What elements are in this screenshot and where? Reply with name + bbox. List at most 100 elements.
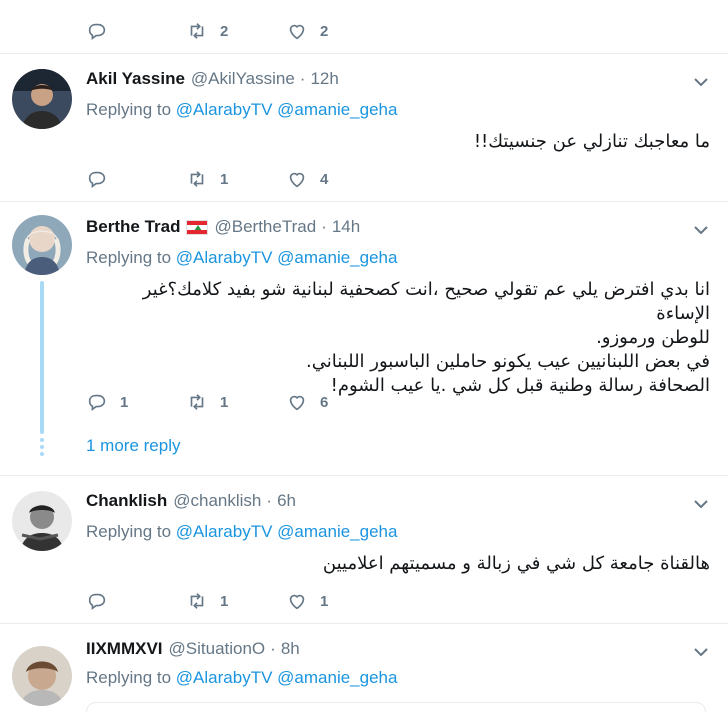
reply-button[interactable] bbox=[86, 20, 186, 42]
mention-link[interactable]: @AlarabyTV bbox=[176, 522, 273, 541]
chevron-down-icon bbox=[694, 226, 708, 235]
replying-to: Replying to @AlarabyTV @amanie_geha bbox=[86, 100, 397, 120]
more-replies-link[interactable]: 1 more reply bbox=[86, 436, 180, 456]
like-button[interactable]: 6 bbox=[286, 391, 386, 413]
tweet-line: للوطن ورموزو. bbox=[596, 327, 710, 348]
reply-count: 1 bbox=[120, 393, 129, 411]
tweet-header: Berthe Trad @BertheTrad · 14h bbox=[86, 217, 360, 237]
tweet-line: ما معاجبك تنازلي عن جنسيتك!! bbox=[473, 131, 710, 152]
mention-link[interactable]: @amanie_geha bbox=[277, 100, 397, 119]
tweet-action-bar: 1 1 6 bbox=[86, 391, 386, 413]
retweet-icon bbox=[190, 171, 204, 187]
retweet-count: 1 bbox=[220, 393, 229, 411]
reply-button[interactable] bbox=[86, 590, 186, 612]
lebanon-flag-icon bbox=[186, 219, 209, 235]
reply-icon bbox=[88, 593, 106, 610]
more-options-button[interactable] bbox=[692, 495, 710, 513]
avatar[interactable] bbox=[12, 215, 72, 275]
tweet-chanklish[interactable]: Chanklish @chanklish · 6h Replying to @A… bbox=[0, 475, 728, 623]
like-count: 4 bbox=[320, 170, 329, 188]
embedded-card[interactable] bbox=[86, 702, 706, 712]
separator-dot: · bbox=[321, 217, 327, 236]
chevron-down-icon bbox=[694, 500, 708, 509]
like-button[interactable]: 4 bbox=[286, 168, 386, 190]
retweet-button[interactable]: 1 bbox=[186, 391, 286, 413]
replying-to: Replying to @AlarabyTV @amanie_geha bbox=[86, 248, 397, 268]
more-options-button[interactable] bbox=[692, 73, 710, 91]
more-options-button[interactable] bbox=[692, 221, 710, 239]
reply-icon bbox=[88, 394, 106, 411]
display-name[interactable]: IIXMMXVI bbox=[86, 639, 163, 659]
separator-dot: · bbox=[266, 491, 273, 510]
retweet-count: 1 bbox=[220, 170, 229, 188]
retweet-count: 1 bbox=[220, 592, 229, 610]
tweet-header: Akil Yassine @AkilYassine · 12h bbox=[86, 69, 339, 89]
replying-label: Replying to bbox=[86, 100, 172, 119]
tweet-action-bar: 1 1 bbox=[86, 590, 386, 612]
tweet-action-bar: 1 4 bbox=[86, 168, 386, 190]
tweet-header: Chanklish @chanklish · 6h bbox=[86, 491, 296, 511]
mention-link[interactable]: @AlarabyTV bbox=[176, 248, 273, 267]
tweet-akil-yassine[interactable]: Akil Yassine @AkilYassine · 12h Replying… bbox=[0, 53, 728, 201]
mention-link[interactable]: @amanie_geha bbox=[277, 248, 397, 267]
retweet-icon bbox=[190, 394, 204, 410]
user-handle[interactable]: @chanklish bbox=[173, 491, 261, 511]
display-name[interactable]: Chanklish bbox=[86, 491, 167, 511]
avatar[interactable] bbox=[12, 646, 72, 706]
replying-to: Replying to @AlarabyTV @amanie_geha bbox=[86, 522, 397, 542]
mention-link[interactable]: @AlarabyTV bbox=[176, 668, 273, 687]
tweet-line: في بعض اللبنانيين عيب يكونو حاملين الباس… bbox=[306, 351, 710, 372]
replying-label: Replying to bbox=[86, 668, 172, 687]
tweet-header: IIXMMXVI @SituationO · 8h bbox=[86, 639, 300, 659]
reply-button[interactable] bbox=[86, 168, 186, 190]
separator-dot: · bbox=[270, 639, 276, 658]
replying-to: Replying to @AlarabyTV @amanie_geha bbox=[86, 668, 397, 688]
replying-label: Replying to bbox=[86, 248, 172, 267]
display-name[interactable]: Berthe Trad bbox=[86, 217, 180, 237]
user-handle[interactable]: @SituationO bbox=[169, 639, 266, 659]
like-count: 2 bbox=[320, 22, 329, 40]
thread-dots bbox=[39, 438, 45, 459]
timestamp[interactable]: 12h bbox=[310, 69, 338, 89]
like-count: 1 bbox=[320, 592, 329, 610]
like-icon bbox=[289, 24, 305, 40]
reply-icon bbox=[88, 23, 106, 40]
user-handle[interactable]: @AkilYassine bbox=[191, 69, 295, 89]
like-button[interactable]: 1 bbox=[286, 590, 386, 612]
like-icon bbox=[289, 395, 305, 411]
tweet-text: انا بدي افترض يلي عم تقولي صحيح ،انت كصح… bbox=[86, 278, 710, 398]
avatar[interactable] bbox=[12, 491, 72, 551]
retweet-count: 2 bbox=[220, 22, 229, 40]
timestamp[interactable]: 8h bbox=[281, 639, 300, 659]
tweet-text: هالقناة جامعة كل شي في زبالة و مسميتهم ا… bbox=[86, 552, 710, 576]
tweet-berthe-trad[interactable]: Berthe Trad @BertheTrad · 14h Replying t… bbox=[0, 201, 728, 475]
timestamp[interactable]: 6h bbox=[277, 491, 296, 511]
retweet-button[interactable]: 2 bbox=[186, 20, 286, 42]
like-count: 6 bbox=[320, 393, 329, 411]
display-name[interactable]: Akil Yassine bbox=[86, 69, 185, 89]
separator-dot: · bbox=[299, 69, 306, 88]
like-icon bbox=[289, 172, 305, 188]
tweet-text: ما معاجبك تنازلي عن جنسيتك!! bbox=[86, 130, 710, 154]
mention-link[interactable]: @amanie_geha bbox=[277, 668, 397, 687]
like-icon bbox=[289, 594, 305, 610]
reply-button[interactable]: 1 bbox=[86, 391, 186, 413]
user-handle[interactable]: @BertheTrad bbox=[214, 217, 316, 237]
avatar[interactable] bbox=[12, 69, 72, 129]
more-options-button[interactable] bbox=[692, 643, 710, 661]
tweet-iixmmxvi[interactable]: IIXMMXVI @SituationO · 8h Replying to @A… bbox=[0, 623, 728, 712]
retweet-icon bbox=[190, 23, 204, 39]
thread-connector bbox=[40, 281, 44, 434]
mention-link[interactable]: @AlarabyTV bbox=[176, 100, 273, 119]
chevron-down-icon bbox=[694, 78, 708, 87]
replying-label: Replying to bbox=[86, 522, 172, 541]
like-button[interactable]: 2 bbox=[286, 20, 386, 42]
top-action-bar: 2 2 bbox=[86, 20, 386, 42]
tweet-line: هالقناة جامعة كل شي في زبالة و مسميتهم ا… bbox=[322, 553, 710, 574]
mention-link[interactable]: @amanie_geha bbox=[277, 522, 397, 541]
retweet-button[interactable]: 1 bbox=[186, 590, 286, 612]
retweet-icon bbox=[190, 593, 204, 609]
reply-icon bbox=[88, 171, 106, 188]
retweet-button[interactable]: 1 bbox=[186, 168, 286, 190]
timestamp[interactable]: 14h bbox=[332, 217, 360, 237]
